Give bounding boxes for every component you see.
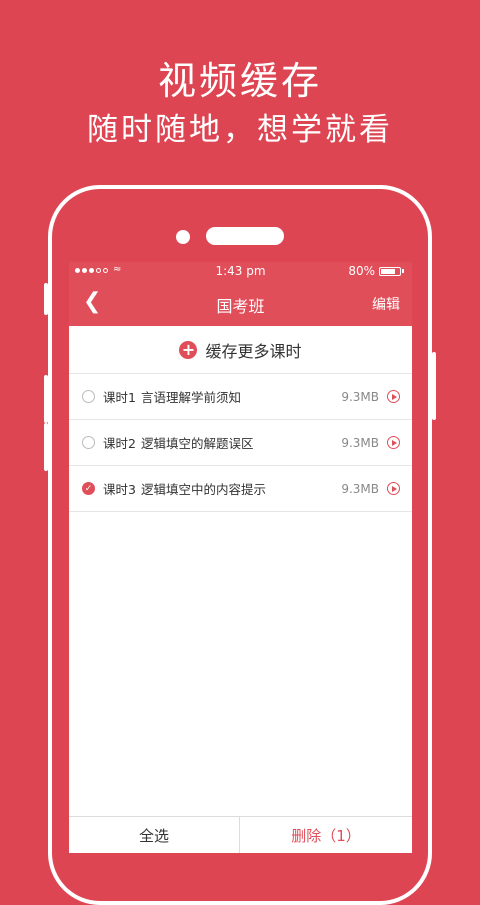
cache-more-button[interactable]: + 缓存更多课时 — [69, 326, 412, 374]
lesson-number: 课时3 — [103, 482, 136, 497]
phone-screen: ≈ 1:43 pm 80% ❮ 国考班 编辑 + 缓存更多课时 课时1 言语理解学… — [69, 262, 412, 853]
bottom-action-bar: 全选 删除（1） — [69, 816, 412, 853]
lesson-row[interactable]: 课时2 逻辑填空的解题误区 9.3MB — [69, 420, 412, 466]
lesson-number: 课时1 — [103, 390, 136, 405]
volume-up-button — [44, 375, 48, 423]
battery-icon — [379, 266, 401, 276]
lesson-size: 9.3MB — [341, 435, 379, 450]
unchecked-circle-icon[interactable] — [82, 436, 95, 449]
page-title: 国考班 — [216, 297, 265, 316]
lesson-name: 逻辑填空中的内容提示 — [140, 482, 266, 497]
select-all-button[interactable]: 全选 — [69, 817, 240, 853]
lesson-name: 言语理解学前须知 — [140, 390, 241, 405]
plus-icon: + — [179, 340, 198, 359]
lesson-size: 9.3MB — [341, 481, 379, 496]
status-bar: ≈ 1:43 pm 80% — [69, 262, 412, 280]
cache-more-label: 缓存更多课时 — [205, 341, 302, 361]
lesson-name: 逻辑填空的解题误区 — [140, 436, 254, 451]
front-camera — [176, 230, 190, 244]
edit-button[interactable]: 编辑 — [372, 294, 400, 314]
volume-down-button — [44, 423, 48, 471]
lesson-row[interactable]: 课时1 言语理解学前须知 9.3MB — [69, 374, 412, 420]
lesson-row[interactable]: ✓ 课时3 逻辑填空中的内容提示 9.3MB — [69, 466, 412, 512]
checked-circle-icon[interactable]: ✓ — [82, 482, 95, 495]
play-icon[interactable] — [387, 390, 400, 403]
delete-button[interactable]: 删除（1） — [240, 817, 412, 853]
power-button — [432, 352, 436, 420]
play-icon[interactable] — [387, 436, 400, 449]
lesson-size: 9.3MB — [341, 389, 379, 404]
promo-subtitle: 随时随地，想学就看 — [87, 112, 393, 148]
unchecked-circle-icon[interactable] — [82, 390, 95, 403]
mute-switch — [44, 283, 48, 315]
promo-title: 视频缓存 — [157, 59, 322, 103]
earpiece-speaker — [206, 227, 284, 245]
play-icon[interactable] — [387, 482, 400, 495]
lesson-number: 课时2 — [103, 436, 136, 451]
nav-bar: ❮ 国考班 编辑 — [69, 280, 412, 326]
battery-indicator: 80% — [348, 264, 404, 278]
lesson-list: 课时1 言语理解学前须知 9.3MB 课时2 逻辑填空的解题误区 9.3MB ✓ 课时3 逻辑填… — [69, 374, 412, 512]
battery-percent: 80% — [348, 264, 375, 278]
